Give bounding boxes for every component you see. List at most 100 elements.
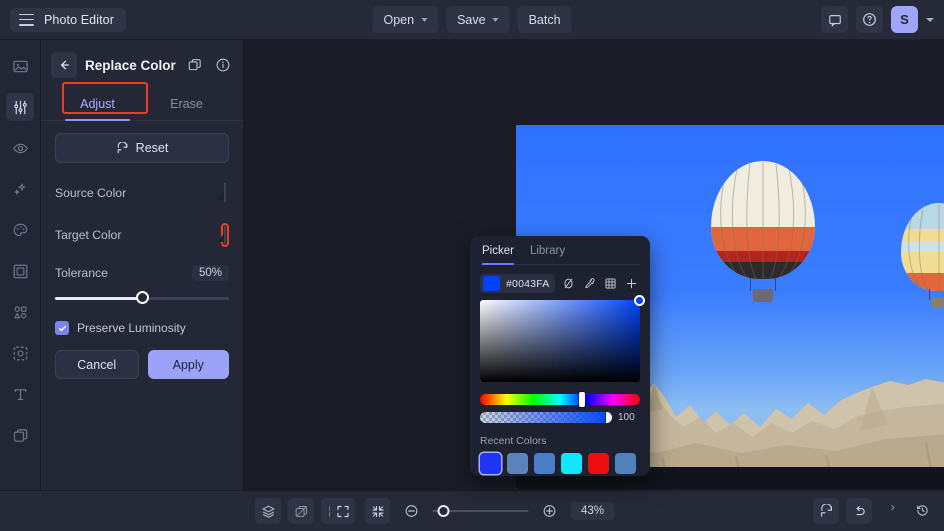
tolerance-header: Tolerance 50% bbox=[55, 265, 229, 281]
picker-tab-picker[interactable]: Picker bbox=[482, 245, 514, 264]
picker-hex-row: #0043FA bbox=[480, 274, 640, 293]
comment-button[interactable] bbox=[821, 6, 848, 33]
rail-item-text[interactable] bbox=[6, 380, 34, 408]
zoom-in-button[interactable] bbox=[538, 499, 562, 523]
rail-item-effects[interactable] bbox=[6, 339, 34, 367]
no-color-button[interactable] bbox=[560, 275, 576, 293]
brand-menu-button[interactable]: Photo Editor bbox=[10, 8, 126, 32]
alpha-knob[interactable] bbox=[606, 412, 612, 423]
chevron-down-icon bbox=[421, 18, 427, 22]
compare-icon bbox=[294, 504, 309, 519]
balloon-basket-small bbox=[931, 298, 944, 308]
eyedropper-icon bbox=[583, 277, 596, 290]
save-button[interactable]: Save bbox=[446, 6, 510, 33]
panel-content: Reset Source Color Target Color Toleranc… bbox=[41, 121, 243, 391]
zoom-out-button[interactable] bbox=[400, 499, 424, 523]
avatar[interactable]: S bbox=[891, 6, 918, 33]
fit-screen-icon bbox=[335, 504, 350, 519]
recent-color-swatch[interactable] bbox=[561, 453, 582, 474]
palette-grid-button[interactable] bbox=[603, 275, 619, 293]
undo-button[interactable] bbox=[846, 498, 872, 524]
help-circle-icon bbox=[862, 12, 877, 27]
recent-color-swatch[interactable] bbox=[615, 453, 636, 474]
panel-title: Replace Color bbox=[85, 58, 177, 73]
top-right-actions: S bbox=[821, 6, 934, 33]
source-color-swatch[interactable] bbox=[224, 183, 226, 202]
tolerance-slider[interactable] bbox=[55, 291, 229, 305]
batch-label: Batch bbox=[529, 13, 561, 27]
alpha-slider[interactable] bbox=[480, 412, 612, 423]
bottom-bar: 43% bbox=[0, 490, 944, 531]
zoom-value[interactable]: 43% bbox=[571, 502, 615, 520]
compare-button[interactable] bbox=[288, 498, 314, 524]
shrink-button[interactable] bbox=[365, 498, 391, 524]
recent-color-swatch[interactable] bbox=[480, 453, 501, 474]
recent-color-swatch[interactable] bbox=[507, 453, 528, 474]
open-label: Open bbox=[383, 13, 414, 27]
fit-screen-button[interactable] bbox=[330, 498, 356, 524]
target-color-swatch[interactable] bbox=[224, 225, 226, 244]
hex-input[interactable]: #0043FA bbox=[480, 274, 555, 293]
picker-tab-library[interactable]: Library bbox=[530, 245, 565, 264]
account-chevron-down-icon[interactable] bbox=[926, 18, 934, 22]
eyedropper-button[interactable] bbox=[582, 275, 598, 293]
text-icon bbox=[12, 386, 29, 403]
target-color-label: Target Color bbox=[55, 228, 121, 242]
hamburger-icon[interactable] bbox=[19, 14, 34, 26]
adjustments-icon bbox=[12, 99, 29, 116]
rail-item-shapes[interactable] bbox=[6, 298, 34, 326]
history-controls bbox=[813, 498, 934, 524]
rail-item-layers-copy[interactable] bbox=[6, 421, 34, 449]
tolerance-knob[interactable] bbox=[136, 291, 149, 304]
cancel-button[interactable]: Cancel bbox=[55, 350, 139, 379]
apply-button[interactable]: Apply bbox=[148, 350, 230, 379]
info-button[interactable] bbox=[213, 55, 233, 75]
color-picker-popup[interactable]: Picker Library #0043FA bbox=[470, 236, 650, 476]
hue-knob[interactable] bbox=[579, 392, 585, 407]
plus-icon bbox=[625, 277, 638, 290]
history-button[interactable] bbox=[910, 498, 934, 522]
history-icon bbox=[915, 503, 930, 518]
back-button[interactable] bbox=[51, 52, 77, 78]
recent-color-swatch[interactable] bbox=[534, 453, 555, 474]
reset-button[interactable]: Reset bbox=[55, 133, 229, 163]
layers-button[interactable] bbox=[255, 498, 281, 524]
picker-tabs: Picker Library bbox=[480, 236, 640, 265]
add-color-button[interactable] bbox=[624, 275, 640, 293]
shapes-icon bbox=[12, 304, 29, 321]
zoom-slider-knob[interactable] bbox=[437, 505, 449, 517]
hue-slider[interactable] bbox=[480, 394, 640, 405]
recent-color-swatch[interactable] bbox=[588, 453, 609, 474]
redo-button[interactable] bbox=[879, 498, 903, 522]
refresh-icon bbox=[116, 142, 129, 155]
rail-item-palette[interactable] bbox=[6, 216, 34, 244]
balloon-basket-large bbox=[753, 289, 773, 302]
batch-button[interactable]: Batch bbox=[518, 6, 572, 33]
info-icon bbox=[215, 57, 231, 73]
rail-item-eye[interactable] bbox=[6, 134, 34, 162]
rail-item-sparkles[interactable] bbox=[6, 175, 34, 203]
tab-erase[interactable]: Erase bbox=[142, 88, 231, 120]
rail-item-adjustments[interactable] bbox=[6, 93, 34, 121]
redo-icon bbox=[884, 503, 899, 518]
saturation-value-area[interactable] bbox=[480, 300, 640, 382]
duplicate-icon bbox=[187, 57, 203, 73]
tab-adjust[interactable]: Adjust bbox=[53, 88, 142, 120]
panel-tabs: Adjust Erase bbox=[41, 88, 243, 121]
preserve-luminosity-checkbox[interactable] bbox=[55, 321, 69, 335]
tolerance-value: 50% bbox=[192, 265, 229, 281]
panel-actions: Cancel Apply bbox=[55, 350, 229, 379]
reset-view-button[interactable] bbox=[813, 498, 839, 524]
target-color-row: Target Color bbox=[55, 223, 229, 247]
alpha-value: 100 bbox=[618, 412, 640, 423]
preserve-luminosity-row[interactable]: Preserve Luminosity bbox=[55, 321, 229, 335]
zoom-slider[interactable] bbox=[433, 504, 529, 518]
sv-selector-knob[interactable] bbox=[634, 295, 645, 306]
duplicate-button[interactable] bbox=[185, 55, 205, 75]
canvas-area[interactable]: Picker Library #0043FA bbox=[244, 40, 944, 490]
open-button[interactable]: Open bbox=[372, 6, 438, 33]
rail-item-frame[interactable] bbox=[6, 257, 34, 285]
layers-icon bbox=[261, 504, 276, 519]
rail-item-image[interactable] bbox=[6, 52, 34, 80]
help-button[interactable] bbox=[856, 6, 883, 33]
